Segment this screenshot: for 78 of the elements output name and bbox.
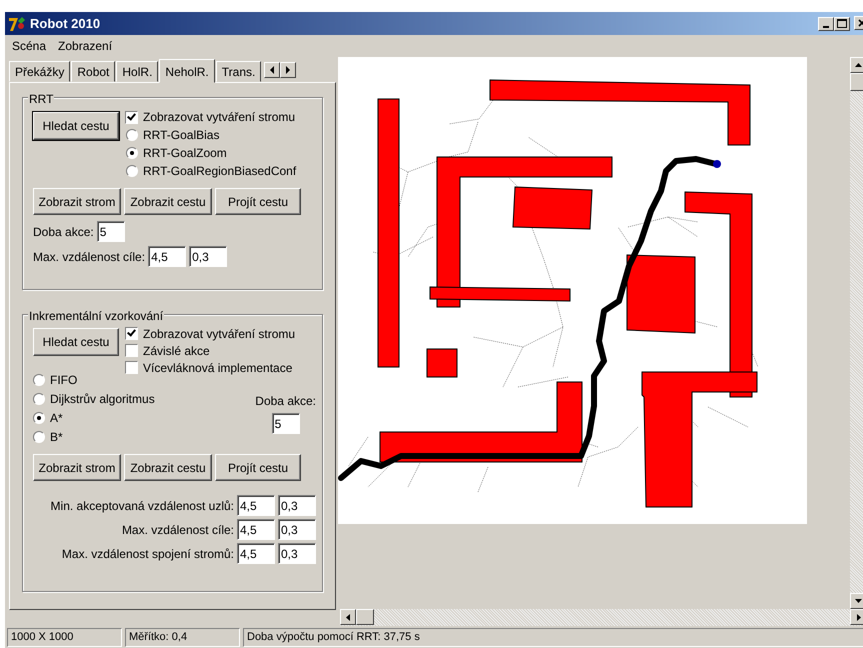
scroll-left-button[interactable] <box>340 609 356 625</box>
right-arrow-icon <box>285 66 292 74</box>
option-label: Zobrazovat vytváření stromu <box>143 109 296 126</box>
down-arrow-icon <box>854 598 862 604</box>
horizontal-scrollbar[interactable] <box>340 609 863 626</box>
vertical-scrollbar[interactable] <box>850 57 863 609</box>
tab-scroll-right-button[interactable] <box>280 62 296 78</box>
scroll-right-button[interactable] <box>850 609 863 625</box>
text-field[interactable]: 0,3 <box>278 519 316 540</box>
text-field[interactable]: 4,5 <box>237 543 275 564</box>
radio-button[interactable] <box>126 165 138 177</box>
text-field[interactable]: 4,5 <box>148 246 186 267</box>
option-label: Vícevláknová implementace <box>143 360 292 376</box>
field-label: Min. akceptovaná vzdálenost uzlů: <box>50 498 234 514</box>
action-button[interactable]: Zobrazit strom <box>33 188 121 215</box>
option-label: Závislé akce <box>143 342 210 360</box>
up-arrow-icon <box>854 62 862 68</box>
option-label: RRT-GoalRegionBiasedConf <box>143 163 296 180</box>
left-arrow-icon <box>269 66 276 74</box>
radio-button[interactable] <box>33 430 45 442</box>
option-label: FIFO <box>50 372 78 388</box>
text-field[interactable]: 5 <box>96 221 125 242</box>
tab[interactable]: HolR. <box>116 61 158 82</box>
tab[interactable]: NeholR. <box>159 59 215 83</box>
maximize-icon <box>837 19 847 28</box>
action-button[interactable]: Zobrazit strom <box>33 454 121 481</box>
radio-button[interactable] <box>33 374 45 386</box>
radio-button[interactable] <box>33 412 45 424</box>
radio-button[interactable] <box>126 147 138 159</box>
tab[interactable]: Robot <box>71 61 116 82</box>
text-field[interactable]: 0,3 <box>278 495 316 516</box>
right-arrow-icon <box>856 614 860 620</box>
action-button[interactable]: Projít cestu <box>215 454 301 481</box>
text-field[interactable]: 4,5 <box>237 519 275 540</box>
checkbox[interactable] <box>125 361 138 374</box>
option-label: RRT-GoalBias <box>143 127 220 144</box>
option-label: A* <box>50 410 63 426</box>
tab[interactable]: Překážky <box>9 61 70 82</box>
find-path-button[interactable]: Hledat cestu <box>33 112 119 140</box>
find-path-button[interactable]: Hledat cestu <box>33 328 119 356</box>
left-arrow-icon <box>346 614 350 620</box>
checkbox[interactable] <box>125 327 138 340</box>
field-label: Max. vzdálenost cíle: <box>33 248 146 266</box>
menu-item[interactable]: Zobrazení <box>58 37 112 55</box>
status-pane: 1000 X 1000 <box>7 628 122 647</box>
text-field[interactable]: 0,3 <box>189 246 228 267</box>
field-label: Doba akce: <box>255 393 316 410</box>
scroll-thumb[interactable] <box>850 73 863 91</box>
tab[interactable]: Trans. <box>216 61 262 82</box>
checkbox[interactable] <box>125 344 138 357</box>
option-label: B* <box>50 428 63 446</box>
text-field[interactable]: 5 <box>272 413 300 434</box>
action-button[interactable]: Zobrazit cestu <box>124 188 212 215</box>
radio-button[interactable] <box>126 129 138 141</box>
window-title: Robot 2010 <box>30 14 100 33</box>
status-pane: Doba výpočtu pomocí RRT: 37,75 s <box>243 628 863 647</box>
field-label: Doba akce: <box>33 224 94 240</box>
minimize-icon <box>823 26 829 28</box>
radio-button[interactable] <box>33 392 45 404</box>
action-button[interactable]: Zobrazit cestu <box>124 454 212 481</box>
option-label: Dijkstrův algoritmus <box>50 390 155 408</box>
action-button[interactable]: Projít cestu <box>215 188 301 215</box>
scroll-up-button[interactable] <box>850 57 863 73</box>
tab-scroll-left-button[interactable] <box>264 62 280 78</box>
status-pane: Měřítko: 0,4 <box>125 628 240 647</box>
minimize-button[interactable] <box>818 16 834 30</box>
option-label: RRT-GoalZoom <box>143 145 227 162</box>
option-label: Zobrazovat vytváření stromu <box>143 326 296 342</box>
app-logo-icon <box>8 16 26 32</box>
field-label: Max. vzdálenost spojení stromů: <box>62 546 234 562</box>
scroll-down-button[interactable] <box>850 593 863 609</box>
menu-item[interactable]: Scéna <box>12 37 46 55</box>
text-field[interactable]: 4,5 <box>237 495 275 516</box>
scroll-thumb[interactable] <box>356 609 374 625</box>
field-label: Max. vzdálenost cíle: <box>122 522 234 538</box>
checkbox[interactable] <box>125 110 138 124</box>
text-field[interactable]: 0,3 <box>278 543 316 564</box>
maximize-button[interactable] <box>834 16 850 30</box>
